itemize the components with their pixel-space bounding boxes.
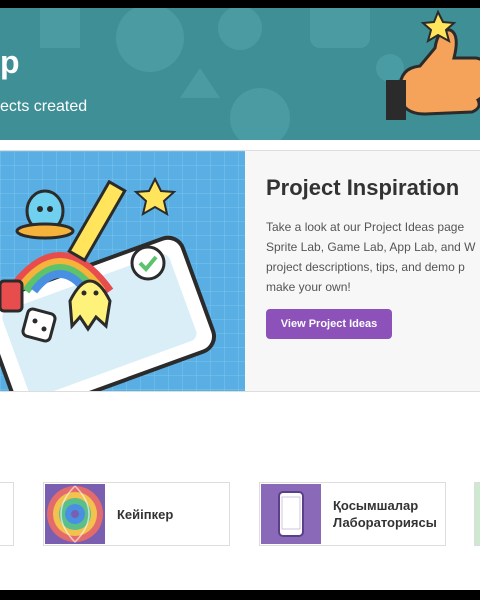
illustration-graphic: [0, 151, 245, 391]
hero-banner: p ects created: [0, 8, 480, 140]
card-description-line: make your own!: [266, 280, 351, 294]
top-black-bar: [0, 0, 480, 8]
thumbs-up-icon: [386, 9, 480, 120]
colorful-swirl-thumbnail: [45, 484, 105, 544]
phone-icon: [261, 484, 321, 544]
project-type-tiles: Кейіпкер Қосымшалар Лабораториясы: [0, 482, 480, 548]
tile-label: Кейіпкер: [117, 506, 174, 522]
project-tile-partial-left[interactable]: [0, 482, 14, 546]
bottom-black-bar: [0, 590, 480, 600]
banner-subtitle: ects created: [0, 98, 88, 115]
card-description: Take a look at our Project Ideas page Sp…: [266, 217, 480, 297]
view-project-ideas-button[interactable]: View Project Ideas: [266, 309, 392, 339]
tile-label: Қосымшалар Лабораториясы: [333, 497, 437, 531]
card-description-line: Sprite Lab, Game Lab, App Lab, and W: [266, 240, 476, 254]
card-description-line: Take a look at our Project Ideas page: [266, 220, 465, 234]
tile-label-line: Лабораториясы: [333, 515, 437, 530]
card-description-line: project descriptions, tips, and demo p: [266, 260, 465, 274]
card-title: Project Inspiration: [266, 175, 460, 200]
project-inspiration-card: Project Inspiration Take a look at our P…: [0, 150, 480, 392]
tile-label-line: Қосымшалар: [333, 498, 419, 513]
project-tile-app-lab[interactable]: Қосымшалар Лабораториясы: [259, 482, 446, 546]
project-tile-partial-right[interactable]: [474, 482, 480, 546]
project-tile-character[interactable]: Кейіпкер: [43, 482, 230, 546]
inspiration-illustration: [0, 151, 245, 391]
banner-title: p: [0, 44, 20, 80]
